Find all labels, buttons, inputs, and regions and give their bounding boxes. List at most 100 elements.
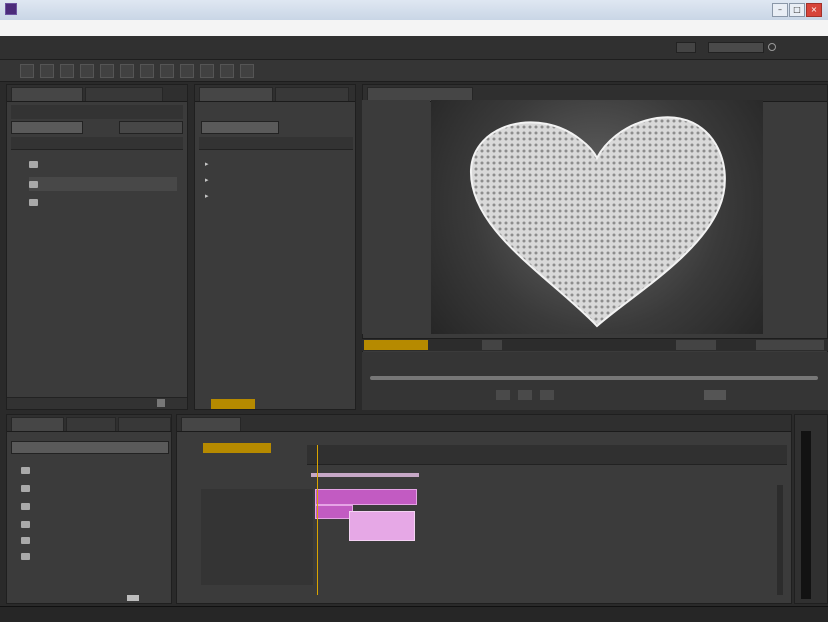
workspace-switcher[interactable] [676, 42, 696, 53]
window-titlebar: – □ × [0, 0, 828, 20]
app-icon [5, 3, 17, 15]
chevron-right-icon: ▸ [205, 160, 209, 168]
step-forward-button[interactable] [540, 390, 554, 400]
search-icon [768, 43, 776, 51]
timeline-timecode[interactable] [203, 443, 271, 453]
project-preview-area [11, 105, 183, 119]
pan-behind-tool-icon[interactable] [120, 63, 134, 78]
menu-bar [0, 20, 828, 36]
text-tool-icon[interactable] [180, 63, 194, 78]
views-dropdown[interactable] [756, 340, 824, 350]
work-area-bar[interactable] [311, 473, 419, 477]
eraser-tool-icon[interactable] [240, 63, 254, 78]
tools-toolbar [0, 60, 828, 82]
ram-preview-button[interactable] [704, 390, 726, 400]
list-item[interactable] [29, 195, 44, 209]
folder-icon [21, 466, 30, 474]
heart-particle-graphic [469, 116, 726, 328]
selection-tool-icon[interactable] [20, 63, 34, 78]
timeline-scrollbar[interactable] [777, 485, 783, 595]
list-item[interactable] [21, 549, 36, 563]
minimize-button[interactable]: – [772, 3, 788, 17]
audio-level-meter [801, 431, 811, 599]
clone-tool-icon[interactable] [220, 63, 234, 78]
tab-effect-controls[interactable] [85, 87, 163, 101]
tab-effects[interactable] [199, 87, 273, 101]
list-item[interactable] [29, 157, 44, 171]
timeline-panel [176, 414, 792, 604]
folder-icon [21, 502, 30, 510]
status-highlight [211, 399, 255, 409]
preview-scrubber[interactable] [370, 376, 818, 380]
list-item[interactable] [21, 533, 36, 547]
magnification-control[interactable] [364, 340, 428, 350]
viewer-left-border [362, 100, 430, 334]
timeline-tabs [177, 415, 791, 432]
effects-browser-search-input[interactable] [11, 441, 169, 454]
folder-icon [21, 552, 30, 560]
list-item[interactable]: ▸ [205, 173, 215, 187]
effects-column-header [199, 137, 353, 150]
camera-view-dropdown[interactable] [676, 340, 716, 350]
list-item[interactable]: ▸ [205, 157, 215, 171]
preview-controls [362, 352, 828, 410]
current-time-indicator[interactable] [317, 445, 318, 595]
pen-tool-icon[interactable] [160, 63, 174, 78]
layer-bar-selected[interactable] [349, 511, 415, 541]
hand-tool-icon[interactable] [40, 63, 54, 78]
play-button[interactable] [518, 390, 532, 400]
solid-icon [29, 198, 38, 206]
tab-composition[interactable] [367, 87, 473, 101]
layer-bar-primary[interactable] [315, 489, 417, 505]
trash-icon[interactable] [157, 399, 165, 407]
status-bar [0, 606, 828, 622]
tab-timeline-composition[interactable] [181, 417, 241, 431]
tab-effects-browser[interactable] [11, 417, 65, 431]
list-item[interactable] [29, 177, 177, 191]
chevron-right-icon: ▸ [205, 192, 209, 200]
list-item[interactable]: ▸ [205, 189, 215, 203]
step-back-button[interactable] [496, 390, 510, 400]
layer-header-area [201, 489, 313, 585]
effects-presets-panel: ▸ ▸ ▸ [194, 84, 356, 410]
folder-icon [21, 536, 30, 544]
folder-icon [21, 520, 30, 528]
brush-tool-icon[interactable] [200, 63, 214, 78]
composition-icon [29, 180, 38, 188]
footage-icon [29, 160, 38, 168]
zoom-tool-icon[interactable] [60, 63, 74, 78]
resolution-dropdown[interactable] [482, 340, 502, 350]
audio-meter-panel [794, 414, 828, 604]
application-header [0, 36, 828, 60]
chevron-right-icon: ▸ [205, 176, 209, 184]
effects-browser-panel [6, 414, 172, 604]
maximize-button[interactable]: □ [789, 3, 805, 17]
camera-tool-icon[interactable] [100, 63, 114, 78]
mask-tool-icon[interactable] [140, 63, 154, 78]
folder-icon [21, 484, 30, 492]
composition-canvas[interactable] [431, 100, 763, 334]
project-panel [6, 84, 188, 410]
time-ruler [307, 445, 787, 465]
project-search-input[interactable] [11, 121, 83, 134]
project-panel-tabs [7, 85, 187, 102]
list-item[interactable] [21, 463, 36, 477]
project-column-header [11, 137, 183, 150]
layer-bar-secondary[interactable] [315, 505, 353, 519]
viewer-controls-bar [362, 338, 828, 351]
tab-paragraph[interactable] [66, 417, 116, 431]
close-button[interactable]: × [806, 3, 822, 17]
search-help-field[interactable] [708, 42, 764, 53]
effects-search-input[interactable] [201, 121, 279, 134]
effects-scroll-handle[interactable] [127, 595, 139, 601]
effects-browser-tabs [7, 415, 171, 432]
middle-panel-tabs [195, 85, 355, 102]
tab-preview[interactable] [117, 417, 171, 431]
list-item[interactable] [21, 499, 36, 513]
tab-character[interactable] [275, 87, 349, 101]
list-item[interactable] [21, 517, 36, 531]
list-item[interactable] [21, 481, 36, 495]
project-filter-dropdown[interactable] [119, 121, 183, 134]
tab-project[interactable] [11, 87, 83, 101]
rotate-tool-icon[interactable] [80, 63, 94, 78]
